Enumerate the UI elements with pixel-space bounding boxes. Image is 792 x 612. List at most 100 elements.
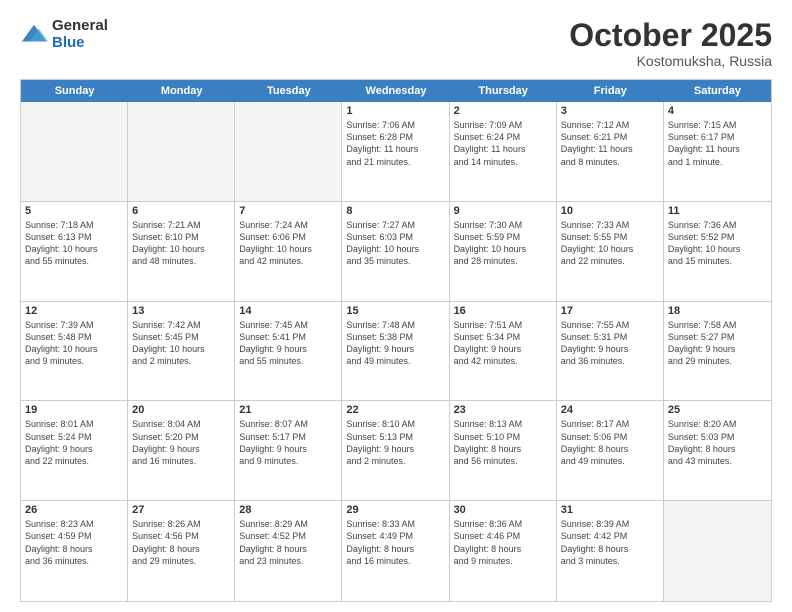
- day-info: Sunrise: 8:36 AM Sunset: 4:46 PM Dayligh…: [454, 518, 552, 567]
- day-number: 9: [454, 205, 552, 217]
- day-cell-11: 11 Sunrise: 7:36 AM Sunset: 5:52 PM Dayli…: [664, 202, 771, 301]
- day-cell-3: 3 Sunrise: 7:12 AM Sunset: 6:21 PM Daylig…: [557, 102, 664, 201]
- day-cell-13: 13 Sunrise: 7:42 AM Sunset: 5:45 PM Dayli…: [128, 302, 235, 401]
- day-number: 3: [561, 105, 659, 117]
- page: General Blue October 2025 Kostomuksha, R…: [0, 0, 792, 612]
- month-title: October 2025: [569, 18, 772, 53]
- day-number: 21: [239, 404, 337, 416]
- day-number: 1: [346, 105, 444, 117]
- day-info: Sunrise: 7:33 AM Sunset: 5:55 PM Dayligh…: [561, 219, 659, 268]
- day-cell-8: 8 Sunrise: 7:27 AM Sunset: 6:03 PM Daylig…: [342, 202, 449, 301]
- day-info: Sunrise: 7:36 AM Sunset: 5:52 PM Dayligh…: [668, 219, 767, 268]
- day-cell-2: 2 Sunrise: 7:09 AM Sunset: 6:24 PM Daylig…: [450, 102, 557, 201]
- empty-cell-0-0: [21, 102, 128, 201]
- day-cell-29: 29Sunrise: 8:33 AM Sunset: 4:49 PM Dayli…: [342, 501, 449, 601]
- day-cell-23: 23 Sunrise: 8:13 AM Sunset: 5:10 PM Dayli…: [450, 401, 557, 500]
- day-info: Sunrise: 8:10 AM Sunset: 5:13 PM Dayligh…: [346, 418, 444, 467]
- day-number: 25: [668, 404, 767, 416]
- day-cell-28: 28 Sunrise: 8:29 AM Sunset: 4:52 PM Dayli…: [235, 501, 342, 601]
- calendar-container: SundayMondayTuesdayWednesdayThursdayFrid…: [20, 79, 772, 602]
- logo-icon: [20, 21, 48, 49]
- header-day-wednesday: Wednesday: [342, 80, 449, 102]
- day-number: 6: [132, 205, 230, 217]
- day-info: Sunrise: 8:20 AM Sunset: 5:03 PM Dayligh…: [668, 418, 767, 467]
- day-cell-16: 16Sunrise: 7:51 AM Sunset: 5:34 PM Dayli…: [450, 302, 557, 401]
- day-number: 5: [25, 205, 123, 217]
- day-cell-5: 5Sunrise: 7:18 AM Sunset: 6:13 PM Daylig…: [21, 202, 128, 301]
- day-cell-19: 19Sunrise: 8:01 AM Sunset: 5:24 PM Dayli…: [21, 401, 128, 500]
- day-cell-24: 24Sunrise: 8:17 AM Sunset: 5:06 PM Dayli…: [557, 401, 664, 500]
- day-number: 2: [454, 105, 552, 117]
- day-number: 16: [454, 305, 552, 317]
- day-info: Sunrise: 8:04 AM Sunset: 5:20 PM Dayligh…: [132, 418, 230, 467]
- calendar-row-1: 5Sunrise: 7:18 AM Sunset: 6:13 PM Daylig…: [21, 202, 771, 302]
- day-info: Sunrise: 7:55 AM Sunset: 5:31 PM Dayligh…: [561, 319, 659, 368]
- day-number: 31: [561, 504, 659, 516]
- day-cell-22: 22 Sunrise: 8:10 AM Sunset: 5:13 PM Dayli…: [342, 401, 449, 500]
- day-number: 11: [668, 205, 767, 217]
- day-number: 22: [346, 404, 444, 416]
- day-number: 18: [668, 305, 767, 317]
- header-day-sunday: Sunday: [21, 80, 128, 102]
- day-cell-6: 6 Sunrise: 7:21 AM Sunset: 6:10 PM Daylig…: [128, 202, 235, 301]
- day-info: Sunrise: 7:12 AM Sunset: 6:21 PM Dayligh…: [561, 119, 659, 168]
- day-info: Sunrise: 7:39 AM Sunset: 5:48 PM Dayligh…: [25, 319, 123, 368]
- day-cell-12: 12 Sunrise: 7:39 AM Sunset: 5:48 PM Dayli…: [21, 302, 128, 401]
- calendar-row-0: 1 Sunrise: 7:06 AM Sunset: 6:28 PM Daylig…: [21, 102, 771, 202]
- day-info: Sunrise: 7:06 AM Sunset: 6:28 PM Dayligh…: [346, 119, 444, 168]
- day-info: Sunrise: 7:21 AM Sunset: 6:10 PM Dayligh…: [132, 219, 230, 268]
- day-info: Sunrise: 8:13 AM Sunset: 5:10 PM Dayligh…: [454, 418, 552, 467]
- logo-text: General Blue: [52, 18, 108, 51]
- header: General Blue October 2025 Kostomuksha, R…: [20, 18, 772, 69]
- day-cell-27: 27Sunrise: 8:26 AM Sunset: 4:56 PM Dayli…: [128, 501, 235, 601]
- day-cell-4: 4Sunrise: 7:15 AM Sunset: 6:17 PM Daylig…: [664, 102, 771, 201]
- day-info: Sunrise: 7:48 AM Sunset: 5:38 PM Dayligh…: [346, 319, 444, 368]
- day-info: Sunrise: 7:58 AM Sunset: 5:27 PM Dayligh…: [668, 319, 767, 368]
- empty-cell-0-2: [235, 102, 342, 201]
- day-cell-31: 31 Sunrise: 8:39 AM Sunset: 4:42 PM Dayli…: [557, 501, 664, 601]
- day-cell-25: 25 Sunrise: 8:20 AM Sunset: 5:03 PM Dayli…: [664, 401, 771, 500]
- calendar-row-4: 26Sunrise: 8:23 AM Sunset: 4:59 PM Dayli…: [21, 501, 771, 601]
- header-day-thursday: Thursday: [450, 80, 557, 102]
- day-number: 23: [454, 404, 552, 416]
- day-number: 17: [561, 305, 659, 317]
- header-day-monday: Monday: [128, 80, 235, 102]
- day-info: Sunrise: 7:27 AM Sunset: 6:03 PM Dayligh…: [346, 219, 444, 268]
- day-number: 15: [346, 305, 444, 317]
- calendar-row-2: 12 Sunrise: 7:39 AM Sunset: 5:48 PM Dayli…: [21, 302, 771, 402]
- location: Kostomuksha, Russia: [569, 53, 772, 69]
- day-cell-10: 10 Sunrise: 7:33 AM Sunset: 5:55 PM Dayli…: [557, 202, 664, 301]
- day-cell-26: 26Sunrise: 8:23 AM Sunset: 4:59 PM Dayli…: [21, 501, 128, 601]
- day-info: Sunrise: 8:01 AM Sunset: 5:24 PM Dayligh…: [25, 418, 123, 467]
- header-day-saturday: Saturday: [664, 80, 771, 102]
- day-number: 13: [132, 305, 230, 317]
- day-info: Sunrise: 7:24 AM Sunset: 6:06 PM Dayligh…: [239, 219, 337, 268]
- day-info: Sunrise: 8:33 AM Sunset: 4:49 PM Dayligh…: [346, 518, 444, 567]
- day-cell-9: 9 Sunrise: 7:30 AM Sunset: 5:59 PM Daylig…: [450, 202, 557, 301]
- day-info: Sunrise: 7:42 AM Sunset: 5:45 PM Dayligh…: [132, 319, 230, 368]
- day-info: Sunrise: 7:09 AM Sunset: 6:24 PM Dayligh…: [454, 119, 552, 168]
- day-cell-20: 20Sunrise: 8:04 AM Sunset: 5:20 PM Dayli…: [128, 401, 235, 500]
- day-cell-18: 18 Sunrise: 7:58 AM Sunset: 5:27 PM Dayli…: [664, 302, 771, 401]
- day-info: Sunrise: 7:30 AM Sunset: 5:59 PM Dayligh…: [454, 219, 552, 268]
- day-cell-7: 7Sunrise: 7:24 AM Sunset: 6:06 PM Daylig…: [235, 202, 342, 301]
- day-info: Sunrise: 7:15 AM Sunset: 6:17 PM Dayligh…: [668, 119, 767, 168]
- calendar-body: 1 Sunrise: 7:06 AM Sunset: 6:28 PM Daylig…: [21, 102, 771, 601]
- day-number: 30: [454, 504, 552, 516]
- logo-blue-text: Blue: [52, 35, 108, 52]
- logo-general-text: General: [52, 18, 108, 35]
- day-number: 24: [561, 404, 659, 416]
- calendar-header: SundayMondayTuesdayWednesdayThursdayFrid…: [21, 80, 771, 102]
- day-info: Sunrise: 8:07 AM Sunset: 5:17 PM Dayligh…: [239, 418, 337, 467]
- day-cell-17: 17 Sunrise: 7:55 AM Sunset: 5:31 PM Dayli…: [557, 302, 664, 401]
- day-cell-21: 21 Sunrise: 8:07 AM Sunset: 5:17 PM Dayli…: [235, 401, 342, 500]
- day-number: 12: [25, 305, 123, 317]
- calendar-row-3: 19Sunrise: 8:01 AM Sunset: 5:24 PM Dayli…: [21, 401, 771, 501]
- day-info: Sunrise: 8:39 AM Sunset: 4:42 PM Dayligh…: [561, 518, 659, 567]
- day-number: 8: [346, 205, 444, 217]
- day-number: 28: [239, 504, 337, 516]
- day-info: Sunrise: 7:45 AM Sunset: 5:41 PM Dayligh…: [239, 319, 337, 368]
- day-info: Sunrise: 8:29 AM Sunset: 4:52 PM Dayligh…: [239, 518, 337, 567]
- day-number: 10: [561, 205, 659, 217]
- header-day-friday: Friday: [557, 80, 664, 102]
